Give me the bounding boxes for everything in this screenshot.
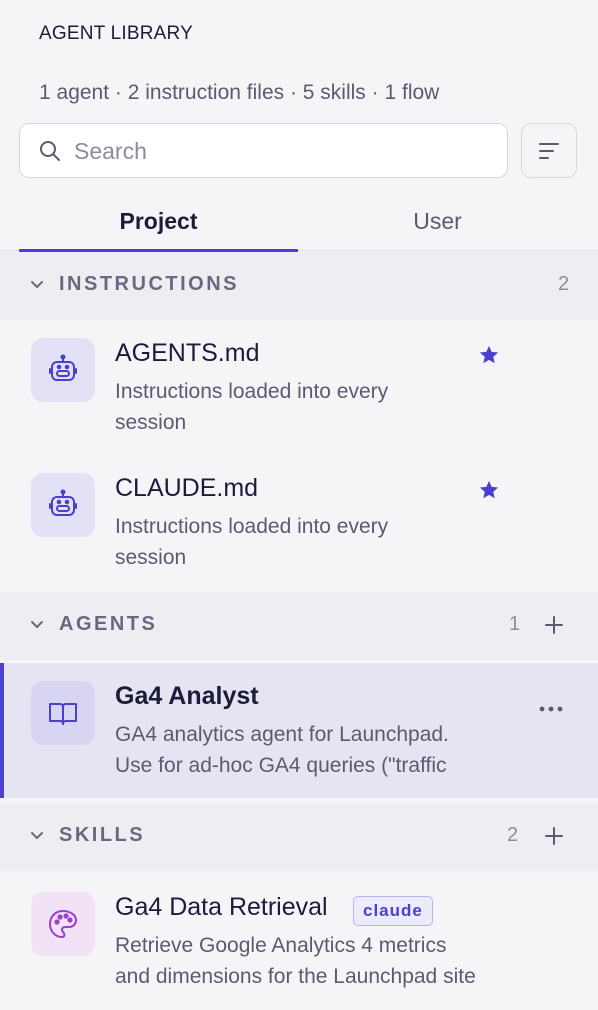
section-header-instructions[interactable]: INSTRUCTIONS 2	[0, 252, 598, 320]
robot-icon	[31, 338, 95, 402]
sort-lines-icon	[539, 143, 559, 159]
search-icon	[38, 139, 62, 163]
section-label: AGENTS	[59, 613, 158, 635]
more-options-icon[interactable]	[538, 705, 564, 713]
sort-filter-button[interactable]	[521, 123, 577, 178]
list-item-ga4-analyst[interactable]: Ga4 Analyst GA4 analytics agent for Laun…	[0, 663, 598, 798]
search-placeholder: Search	[74, 138, 147, 164]
star-icon[interactable]	[478, 344, 500, 366]
list-item-agents-md[interactable]: AGENTS.md Instructions loaded into every…	[0, 320, 598, 455]
add-skill-button[interactable]	[543, 825, 565, 847]
robot-icon	[31, 473, 95, 537]
item-name: CLAUDE.md	[115, 474, 259, 502]
scope-tabs: Project User	[0, 195, 598, 253]
star-icon[interactable]	[478, 479, 500, 501]
book-icon	[31, 681, 95, 745]
section-count: 1	[509, 613, 521, 635]
list-item-claude-md[interactable]: CLAUDE.md Instructions loaded into every…	[0, 455, 598, 587]
section-count: 2	[558, 273, 570, 295]
item-description: Instructions loaded into every session	[115, 380, 389, 434]
search-input[interactable]: Search	[19, 123, 508, 178]
chevron-down-icon	[31, 832, 43, 839]
source-badge: claude	[353, 896, 433, 926]
library-summary: 1 agent · 2 instruction files · 5 skills…	[39, 81, 440, 104]
agent-library-panel: AGENT LIBRARY 1 agent · 2 instruction fi…	[0, 0, 598, 1010]
section-header-agents[interactable]: AGENTS 1	[0, 592, 598, 660]
section-label: SKILLS	[59, 824, 146, 846]
item-description: Retrieve Google Analytics 4 metrics and …	[115, 934, 476, 988]
section-header-skills[interactable]: SKILLS 2	[0, 803, 598, 871]
section-count: 2	[507, 824, 519, 846]
add-agent-button[interactable]	[543, 614, 565, 636]
item-name: AGENTS.md	[115, 339, 260, 367]
list-item-ga4-data-retrieval[interactable]: Ga4 Data Retrieval claude Retrieve Googl…	[0, 874, 598, 1010]
panel-title: AGENT LIBRARY	[39, 23, 193, 44]
chevron-down-icon	[31, 621, 43, 628]
item-name: Ga4 Data Retrieval	[115, 893, 328, 921]
item-description: GA4 analytics agent for Launchpad. Use f…	[115, 723, 449, 777]
chevron-down-icon	[31, 281, 43, 288]
palette-icon	[31, 892, 95, 956]
item-name: Ga4 Analyst	[115, 682, 259, 710]
tab-user[interactable]: User	[298, 195, 577, 251]
item-description: Instructions loaded into every session	[115, 515, 389, 569]
tab-project[interactable]: Project	[19, 195, 298, 253]
section-label: INSTRUCTIONS	[59, 273, 239, 295]
